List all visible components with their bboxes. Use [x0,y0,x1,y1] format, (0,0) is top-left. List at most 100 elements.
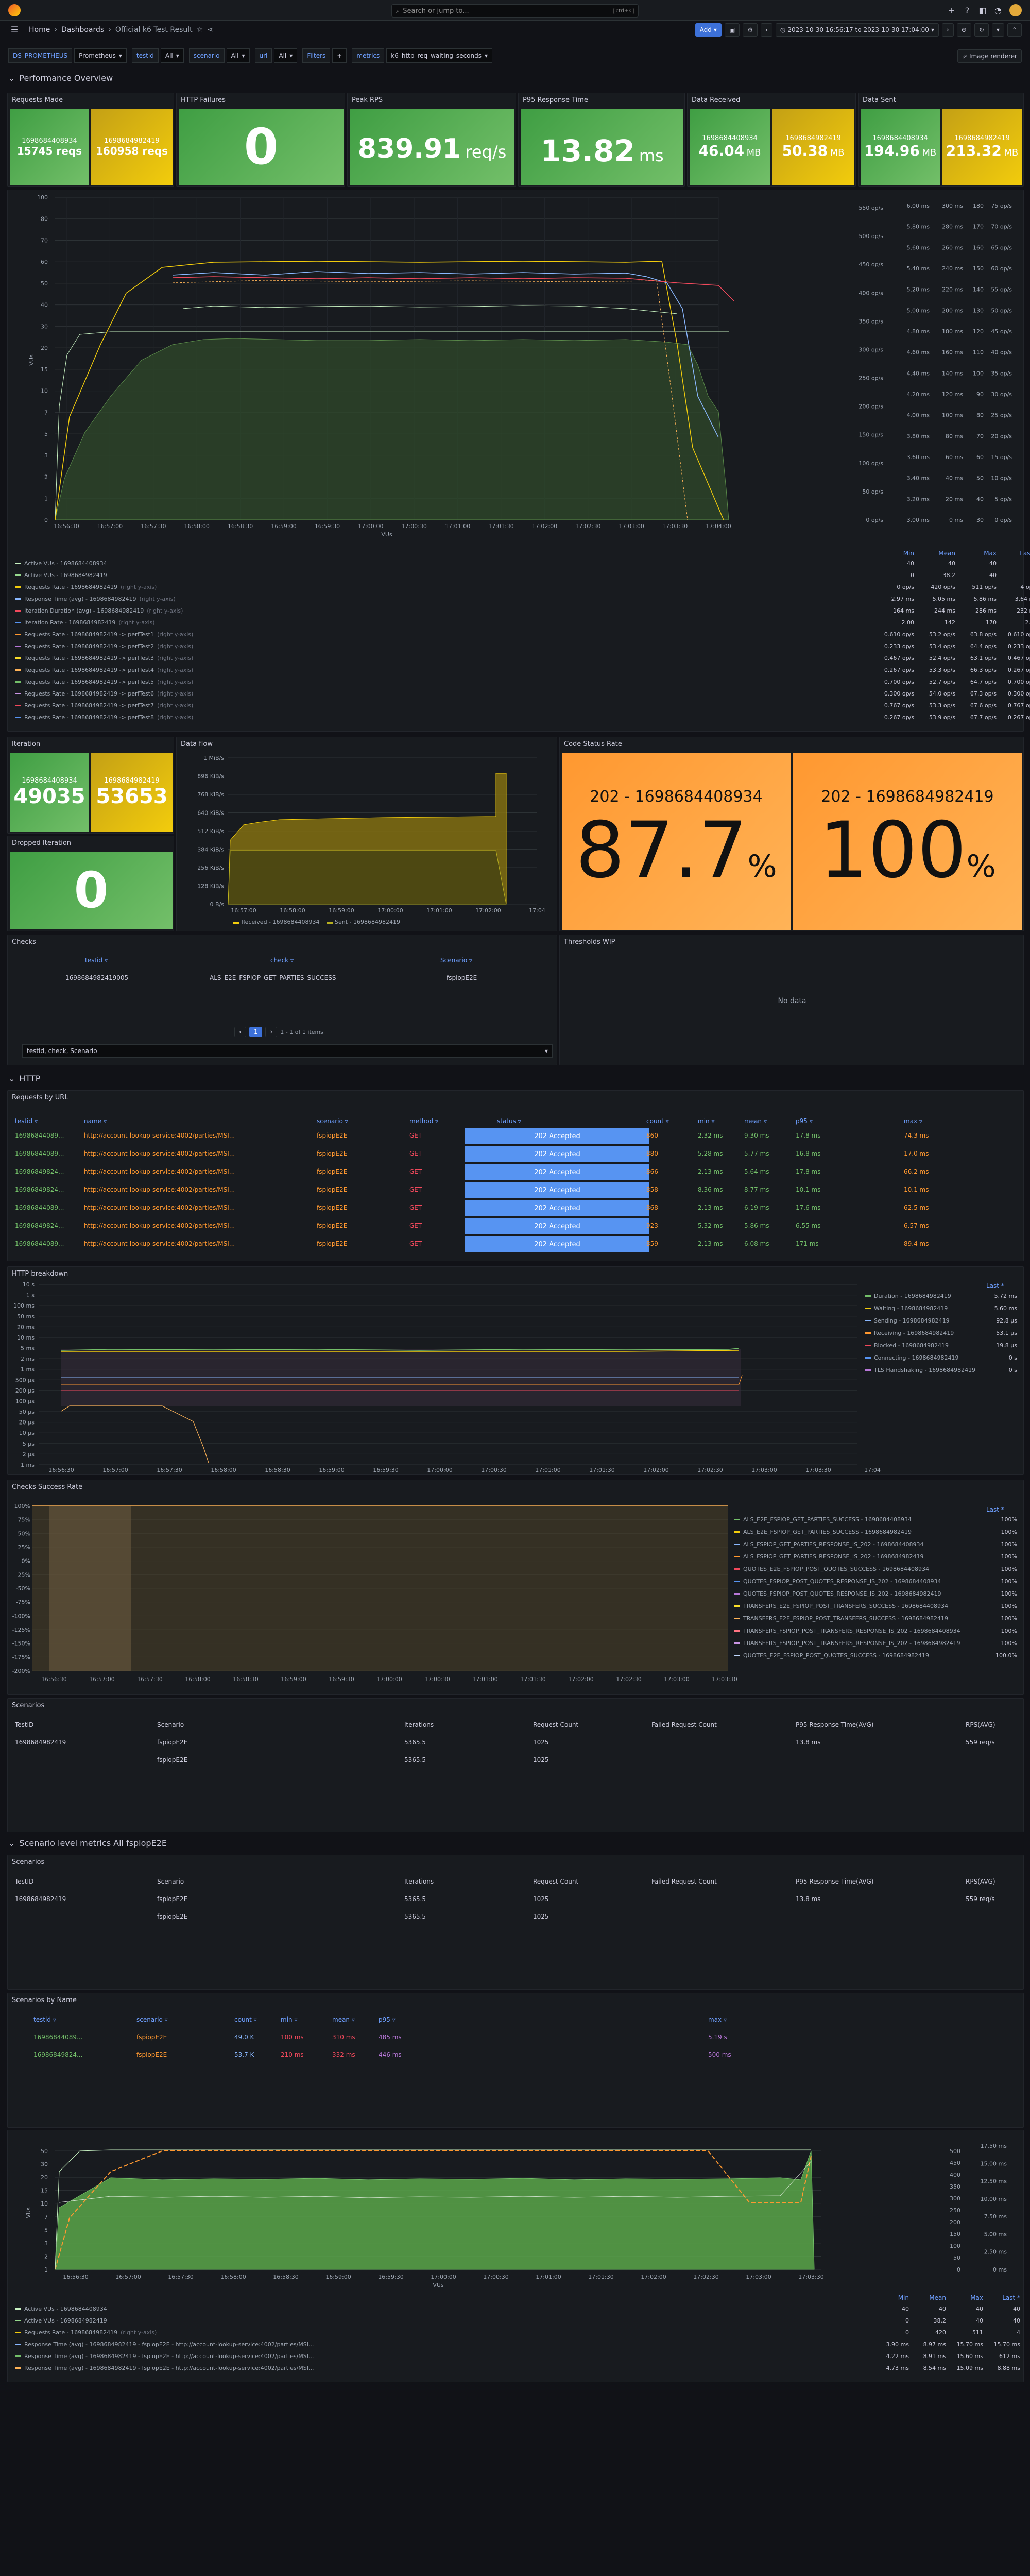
avatar[interactable] [1009,4,1022,16]
legend-item[interactable]: TRANSFERS_FSPIOP_POST_TRANSFERS_RESPONSE… [734,1628,960,1634]
legend-item[interactable]: QUOTES_E2E_FSPIOP_POST_QUOTES_SUCCESS - … [734,1652,929,1659]
legend-item[interactable]: QUOTES_FSPIOP_POST_QUOTES_RESPONSE_IS_20… [734,1578,941,1585]
legend-header[interactable]: Last * [989,2294,1020,2301]
legend-item[interactable]: ALS_FSPIOP_GET_PARTIES_RESPONSE_IS_202 -… [734,1553,924,1560]
datasource-select[interactable]: Prometheus ▾ [74,48,127,63]
col-header[interactable]: testid ▿ [33,2016,56,2023]
row-name-link[interactable]: http://account-lookup-service:4002/parti… [84,1186,235,1193]
grafana-logo-icon[interactable] [8,4,21,16]
share-icon[interactable]: ⋖ [207,26,213,34]
legend-item[interactable]: Active VUs - 1698684408934 [15,560,107,567]
col-header-max[interactable]: max ▿ [904,1117,922,1125]
col-header-p95[interactable]: p95 ▿ [796,1117,813,1125]
legend-item[interactable]: TRANSFERS_E2E_FSPIOP_POST_TRANSFERS_SUCC… [734,1615,948,1622]
legend-item[interactable]: Active VUs - 1698684408934 [15,2306,107,2312]
page-1-button[interactable]: 1 [249,1027,263,1037]
col-header[interactable]: mean ▿ [332,2016,355,2023]
next-page-icon[interactable]: › [265,1027,278,1037]
col-header[interactable]: count ▿ [234,2016,257,2023]
legend-header[interactable]: Last * [986,1506,1004,1513]
row-name-link[interactable]: http://account-lookup-service:4002/parti… [84,1132,235,1139]
legend-item[interactable]: Waiting - 1698684982419 [865,1305,948,1312]
legend-item[interactable]: Connecting - 1698684982419 [865,1354,958,1361]
col-header[interactable]: Request Count [533,1878,578,1885]
legend-item[interactable]: QUOTES_E2E_FSPIOP_POST_QUOTES_SUCCESS - … [734,1566,929,1572]
legend-item[interactable]: Active VUs - 1698684982419 [15,572,107,579]
legend-item[interactable]: Requests Rate - 1698684982419 (right y-ax… [15,2329,157,2336]
scenario-select[interactable]: All ▾ [226,48,250,63]
legend-item[interactable]: ALS_E2E_FSPIOP_GET_PARTIES_SUCCESS - 169… [734,1516,912,1523]
legend-item[interactable]: Iteration Rate - 1698684982419 (right y-a… [15,619,155,626]
search-input[interactable]: ⌕ Search or jump to... ctrl+k [391,4,639,18]
time-range-picker[interactable]: ◷ 2023-10-30 16:56:17 to 2023-10-30 17:04… [775,23,939,37]
breadcrumb-dashboards[interactable]: Dashboards [61,26,104,34]
col-header-method[interactable]: method ▿ [409,1117,438,1125]
row-name-link[interactable]: http://account-lookup-service:4002/parti… [84,1240,235,1247]
col-header[interactable]: TestID [15,1721,33,1728]
col-header[interactable]: RPS(AVG) [966,1878,995,1885]
legend-header[interactable]: Max [966,550,997,557]
legend-item[interactable]: Requests Rate - 1698684982419 (right y-ax… [15,584,157,590]
col-header[interactable]: Iterations [404,1721,434,1728]
legend-item[interactable]: Requests Rate - 1698684982419 -> perfTes… [15,667,193,673]
news-icon[interactable]: ◧ [976,4,989,16]
col-header[interactable]: Scenario [157,1878,184,1885]
col-header-min[interactable]: min ▿ [698,1117,714,1125]
collapse-icon[interactable]: ⌃ [1007,23,1022,37]
legend-item[interactable]: Receiving - 1698684982419 [865,1330,954,1336]
col-header-name[interactable]: name ▿ [84,1117,107,1125]
settings-icon[interactable]: ⚙ [743,23,758,37]
col-header[interactable]: RPS(AVG) [966,1721,995,1728]
legend-item[interactable]: ALS_FSPIOP_GET_PARTIES_RESPONSE_IS_202 -… [734,1541,924,1548]
legend-header[interactable]: Min [878,2294,909,2301]
row-name-link[interactable]: http://account-lookup-service:4002/parti… [84,1204,235,1211]
legend-item[interactable]: Active VUs - 1698684982419 [15,2317,107,2324]
metrics-select[interactable]: k6_http_req_waiting_seconds ▾ [386,48,492,63]
row-scenario-level[interactable]: ⌄ Scenario level metrics All fspiopE2E [8,1838,167,1848]
prev-page-icon[interactable]: ‹ [234,1027,246,1037]
breadcrumb-home[interactable]: Home [29,26,50,34]
save-icon[interactable]: ▣ [724,23,740,37]
legend-item[interactable]: Blocked - 1698684982419 [865,1342,949,1349]
add-filter-button[interactable]: + [332,48,347,63]
testid-select[interactable]: All ▾ [160,48,184,63]
refresh-icon[interactable]: ↻ [974,23,989,37]
menu-icon[interactable]: ☰ [8,24,21,36]
time-forward-icon[interactable]: › [941,23,954,37]
legend-header[interactable]: Last * [986,1282,1004,1290]
legend-header[interactable]: Max [952,2294,983,2301]
col-header[interactable]: Iterations [404,1878,434,1885]
legend-item[interactable]: Response Time (avg) - 1698684982419 - fs… [15,2341,314,2348]
legend-item[interactable]: Requests Rate - 1698684982419 -> perfTes… [15,702,193,709]
legend-item[interactable]: Requests Rate - 1698684982419 -> perfTes… [15,679,193,685]
bell-icon[interactable]: ◔ [992,4,1004,16]
legend-item[interactable]: Requests Rate - 1698684982419 -> perfTes… [15,690,193,697]
row-name-link[interactable]: http://account-lookup-service:4002/parti… [84,1222,235,1229]
legend-header[interactable]: Min [883,550,914,557]
legend-item[interactable]: Response Time (avg) - 1698684982419 (righ… [15,596,176,602]
plus-icon[interactable]: + [946,4,958,16]
col-header-testid[interactable]: testid ▿ [85,957,108,964]
col-header[interactable]: scenario ▿ [136,2016,168,2023]
legend-item[interactable]: Iteration Duration (avg) - 1698684982419… [15,607,183,614]
legend-item[interactable]: Requests Rate - 1698684982419 -> perfTes… [15,655,193,662]
col-header[interactable]: Failed Request Count [651,1721,717,1728]
col-header-scenario[interactable]: scenario ▿ [317,1117,348,1125]
refresh-interval-dropdown[interactable]: ▾ [991,23,1004,37]
col-header[interactable]: TestID [15,1878,33,1885]
legend-item[interactable]: Requests Rate - 1698684982419 -> perfTes… [15,714,193,721]
col-header-testid[interactable]: testid ▿ [15,1117,38,1125]
row-performance-overview[interactable]: ⌄ Performance Overview [8,73,113,83]
col-header-mean[interactable]: mean ▿ [744,1117,767,1125]
legend-item[interactable]: QUOTES_FSPIOP_POST_QUOTES_RESPONSE_IS_20… [734,1590,941,1597]
col-header[interactable]: min ▿ [281,2016,297,2023]
legend-item[interactable]: Sending - 1698684982419 [865,1317,950,1324]
legend-item[interactable]: Requests Rate - 1698684982419 -> perfTes… [15,631,193,638]
col-header[interactable]: p95 ▿ [379,2016,396,2023]
legend-item[interactable]: TRANSFERS_FSPIOP_POST_TRANSFERS_RESPONSE… [734,1640,960,1647]
legend-item[interactable]: TLS Handshaking - 1698684982419 [865,1367,975,1374]
row-http[interactable]: ⌄ HTTP [8,1074,40,1083]
col-header-status[interactable]: status ▿ [497,1117,521,1125]
legend-header[interactable]: Last * [1007,550,1030,557]
col-header-scenario[interactable]: Scenario ▿ [440,957,472,964]
